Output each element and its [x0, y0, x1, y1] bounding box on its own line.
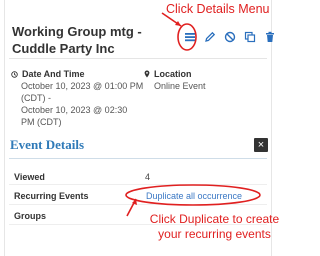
clock-icon: [11, 70, 18, 78]
header-divider: [9, 58, 267, 59]
details-rule: [9, 158, 267, 159]
location-block: Location Online Event: [144, 68, 244, 92]
location-label: Location: [154, 69, 192, 79]
delete-trash-icon[interactable]: [262, 29, 278, 45]
groups-label: Groups: [14, 211, 47, 221]
edit-pencil-icon[interactable]: [202, 29, 218, 45]
location-value: Online Event: [154, 81, 206, 91]
date-time-label: Date And Time: [22, 69, 85, 79]
annotation-top-text: Click Details Menu: [166, 2, 270, 16]
date-time-heading: Date And Time: [11, 68, 151, 80]
viewed-label: Viewed: [14, 172, 45, 182]
map-pin-icon: [144, 70, 150, 78]
row-divider: [9, 184, 267, 185]
date-time-block: Date And Time October 10, 2023 @ 01:00 P…: [11, 68, 151, 128]
viewed-value: 4: [145, 172, 151, 182]
location-heading: Location: [144, 68, 244, 80]
event-toolbar: [182, 28, 282, 46]
menu-icon[interactable]: [182, 29, 198, 45]
date-time-value: October 10, 2023 @ 01:00 PM (CDT) - Octo…: [21, 81, 144, 127]
event-details-title: Event Details: [10, 137, 85, 152]
duplicate-all-occurrence-link[interactable]: Duplicate all occurrence: [146, 191, 242, 201]
annotation-bottom-text: Click Duplicate to create your recurring…: [149, 212, 280, 241]
copy-icon[interactable]: [242, 29, 258, 45]
event-title: Working Group mtg - Cuddle Party Inc: [12, 24, 142, 56]
close-icon[interactable]: ×: [254, 138, 268, 152]
row-divider: [9, 204, 267, 205]
recurring-events-label: Recurring Events: [14, 191, 89, 201]
cancel-circle-icon[interactable]: [222, 29, 238, 45]
